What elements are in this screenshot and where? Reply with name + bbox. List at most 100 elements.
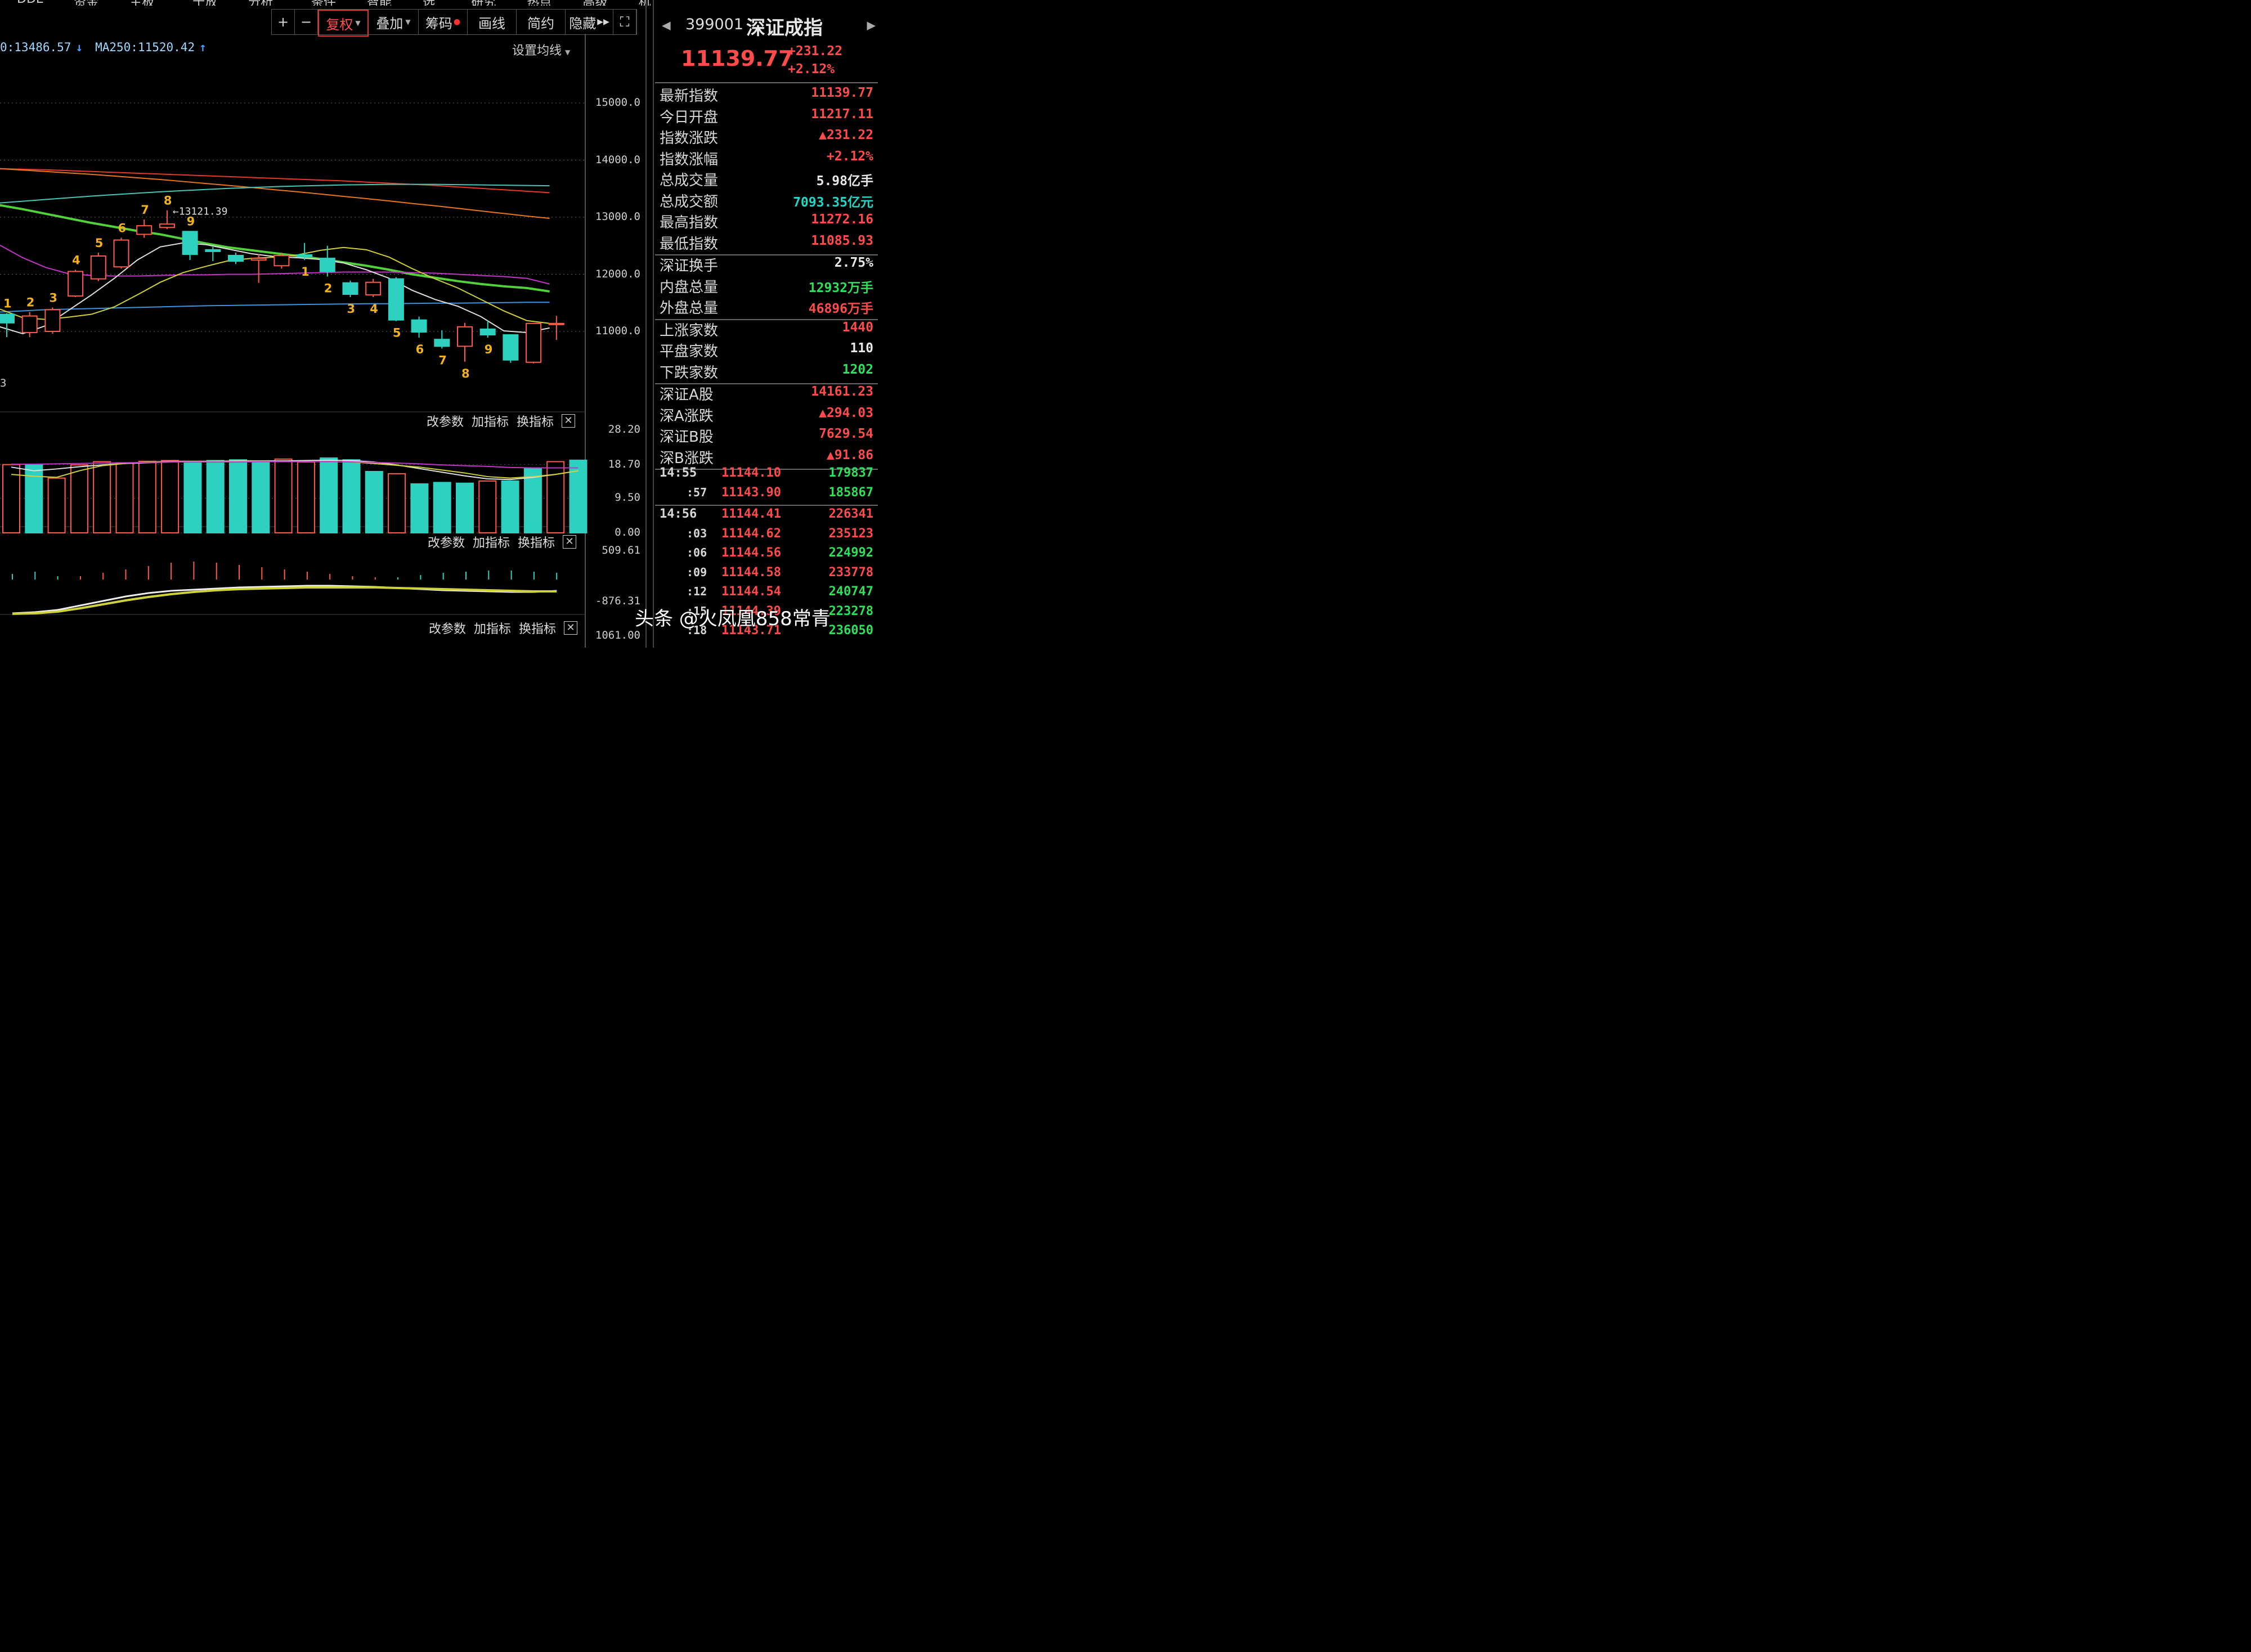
td-seq-label: 4 [72, 253, 80, 267]
volume-bar[interactable] [274, 458, 293, 534]
tick-row: :06 11144.56 224992 [660, 545, 873, 564]
candle[interactable] [0, 313, 15, 338]
tick-volume: 185867 [828, 485, 873, 500]
quote-key: 深B涨跌 [660, 450, 714, 467]
candle[interactable] [182, 231, 198, 261]
switch-indicator-button[interactable]: 换指标 [517, 412, 554, 430]
volume-bar[interactable] [206, 460, 225, 533]
tick-time: 14:56 [660, 507, 697, 521]
next-arrow-icon[interactable]: ▶ [867, 17, 876, 34]
quote-row: 今日开盘 11217.11 [660, 106, 873, 127]
quote-row: 上涨家数 1440 [660, 319, 873, 340]
close-icon[interactable]: ✕ [564, 621, 578, 635]
vol-y-label: 9.50 [615, 491, 640, 504]
td-seq-label: 6 [416, 343, 424, 356]
quote-value: 7629.54 [819, 427, 873, 441]
add-indicator-button[interactable]: 加指标 [473, 533, 510, 551]
tick-row: :12 11144.54 240747 [660, 583, 873, 603]
params-button[interactable]: 改参数 [429, 619, 466, 637]
volume-bar[interactable] [183, 461, 202, 533]
add-indicator-button[interactable]: 加指标 [474, 619, 511, 637]
quote-row: 最低指数 11085.93 [660, 232, 873, 253]
quote-row: 平盘家数 110 [660, 340, 873, 361]
close-icon[interactable]: ✕ [562, 414, 576, 428]
candle[interactable] [342, 280, 358, 298]
candle[interactable] [457, 322, 473, 362]
candle[interactable] [388, 277, 404, 321]
candle[interactable] [68, 270, 84, 298]
tick-price: 11144.56 [721, 546, 781, 560]
candle[interactable] [113, 237, 129, 269]
tick-volume: 224992 [828, 546, 873, 560]
candle[interactable] [205, 246, 221, 262]
volume-bar[interactable] [546, 461, 565, 534]
volume-bar[interactable] [433, 482, 451, 534]
quote-value: 7093.35亿元 [793, 195, 873, 210]
volume-bar[interactable] [388, 473, 406, 533]
quote-value: ▲91.86 [826, 447, 873, 463]
volume-bar[interactable] [365, 470, 383, 533]
switch-indicator-button[interactable]: 换指标 [518, 533, 555, 551]
candle[interactable] [548, 316, 564, 340]
divider [655, 82, 878, 83]
candle[interactable] [228, 252, 244, 264]
volume-bar[interactable] [138, 460, 156, 534]
params-button[interactable]: 改参数 [428, 533, 465, 551]
volume-bar[interactable] [410, 483, 429, 533]
candle[interactable] [250, 254, 267, 283]
volume-bar[interactable] [252, 461, 270, 533]
volume-bar[interactable] [70, 464, 88, 533]
quote-row: 最高指数 11272.16 [660, 211, 873, 232]
index-name: 深证成指 [746, 17, 823, 39]
quote-value: 11272.16 [811, 212, 873, 227]
volume-bar[interactable] [25, 464, 43, 533]
candle[interactable] [479, 320, 496, 338]
close-icon[interactable]: ✕ [563, 535, 577, 549]
y-axis-label: 15000.0 [595, 96, 640, 109]
td-seq-label: 1 [3, 297, 12, 311]
candle[interactable] [136, 219, 153, 238]
volume-bar[interactable] [93, 461, 111, 534]
volume-bar[interactable] [478, 480, 497, 534]
quote-value: 1202 [842, 362, 873, 377]
tick-volume: 223278 [828, 604, 873, 618]
td-seq-label: 6 [118, 222, 127, 235]
candle[interactable] [411, 316, 427, 338]
candle[interactable] [503, 334, 519, 363]
candle[interactable] [44, 307, 61, 334]
volume-bar[interactable] [342, 459, 361, 533]
volume-bar[interactable] [456, 482, 474, 534]
tick-row: :09 11144.58 233778 [660, 564, 873, 583]
td-seq-label: 8 [164, 194, 172, 208]
params-button[interactable]: 改参数 [427, 412, 464, 430]
td-seq-label: 7 [141, 203, 149, 217]
candle[interactable] [365, 279, 382, 298]
tick-time: :12 [687, 585, 707, 598]
quote-key: 指数涨幅 [660, 151, 719, 168]
quote-row: 内盘总量 12932万手 [660, 276, 873, 297]
third-y-label: 1061.00 [595, 629, 640, 641]
volume-bar[interactable] [297, 461, 315, 533]
volume-bar[interactable] [320, 457, 338, 533]
candle[interactable] [434, 330, 450, 349]
quote-value: 46896万手 [808, 302, 873, 316]
switch-indicator-button[interactable]: 换指标 [519, 619, 556, 637]
quote-value: 2.75% [834, 255, 873, 270]
volume-bar[interactable] [115, 462, 134, 533]
volume-bar[interactable] [501, 480, 519, 534]
td-seq-label: 7 [438, 353, 447, 367]
tick-time: :57 [687, 485, 707, 499]
candle[interactable] [526, 322, 542, 363]
candle[interactable] [273, 252, 290, 269]
candle[interactable] [90, 252, 106, 281]
vol-y-label: 18.70 [608, 457, 640, 470]
volume-bar[interactable] [229, 459, 247, 533]
quote-row: 深证换手 2.75% [660, 254, 873, 275]
prev-arrow-icon[interactable]: ◀ [662, 17, 671, 34]
quote-key: 上涨家数 [660, 322, 719, 339]
volume-bar[interactable] [47, 477, 66, 533]
add-indicator-button[interactable]: 加指标 [472, 412, 509, 430]
volume-bar[interactable] [161, 460, 180, 533]
tick-row: :03 11144.62 235123 [660, 526, 873, 545]
quote-key: 深证B股 [660, 429, 714, 446]
